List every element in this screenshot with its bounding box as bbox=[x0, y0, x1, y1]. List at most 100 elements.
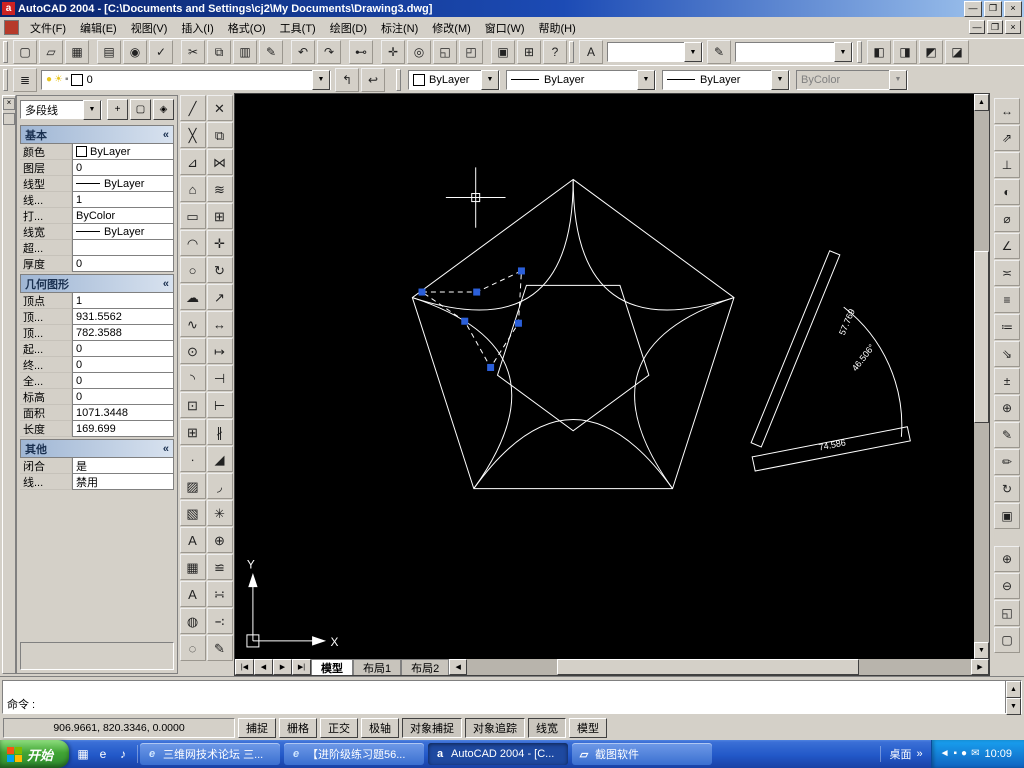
mdi-close-icon[interactable]: × bbox=[1005, 20, 1021, 34]
collapse-icon[interactable]: « bbox=[163, 129, 169, 141]
property-value[interactable]: ByLayer bbox=[72, 224, 174, 240]
toolbar-grip[interactable] bbox=[3, 68, 8, 91]
property-value[interactable]: 0 bbox=[72, 357, 174, 373]
toolbar-button[interactable]: ◧ bbox=[867, 40, 891, 64]
desktop-toolbar[interactable]: 桌面 » bbox=[880, 746, 930, 762]
layout-tab[interactable]: 布局1 bbox=[353, 659, 402, 675]
zoom-tool-button[interactable]: ⊕ bbox=[994, 546, 1020, 572]
dimension-tool-button[interactable]: ▣ bbox=[994, 503, 1020, 529]
status-toggle-button[interactable]: 线宽 bbox=[528, 718, 566, 738]
draw-tool-button[interactable]: ⊡ bbox=[179, 392, 206, 418]
palette-tool-button[interactable]: ▢ bbox=[130, 99, 151, 120]
grip[interactable] bbox=[517, 267, 525, 275]
property-value[interactable]: 0 bbox=[72, 389, 174, 405]
property-value[interactable]: 是 bbox=[72, 458, 174, 474]
property-value[interactable]: 1 bbox=[72, 192, 174, 208]
modify-tool-button[interactable]: ↻ bbox=[206, 257, 233, 283]
grip[interactable] bbox=[473, 288, 481, 296]
status-toggle-button[interactable]: 模型 bbox=[569, 718, 607, 738]
draw-tool-button[interactable]: ╳ bbox=[179, 122, 206, 148]
toolbar-button[interactable]: ▥ bbox=[233, 40, 257, 64]
modify-tool-button[interactable]: ✕ bbox=[206, 95, 233, 121]
chevron-down-icon[interactable]: ▼ bbox=[83, 99, 101, 120]
property-value[interactable]: ByLayer bbox=[72, 144, 174, 160]
inner-pentagon[interactable] bbox=[496, 284, 650, 432]
toolbar-button[interactable]: ↶ bbox=[291, 40, 315, 64]
palette-autohide-icon[interactable] bbox=[3, 113, 15, 125]
text-style-combo[interactable]: ▼ bbox=[607, 42, 703, 62]
draw-tool-button[interactable]: ▧ bbox=[179, 500, 206, 526]
property-value[interactable]: ByLayer bbox=[72, 176, 174, 192]
quick-launch-icon[interactable]: ♪ bbox=[114, 745, 132, 763]
dimension-tool-button[interactable]: ≡ bbox=[994, 287, 1020, 313]
toolbar-grip[interactable] bbox=[569, 41, 574, 63]
draw-tool-button[interactable]: ⊿ bbox=[179, 149, 206, 175]
property-value[interactable]: 0 bbox=[72, 160, 174, 176]
tab-nav-button[interactable]: ▶ bbox=[273, 659, 292, 675]
menu-item[interactable]: 修改(M) bbox=[425, 18, 478, 38]
menu-item[interactable]: 绘图(D) bbox=[323, 18, 374, 38]
property-value[interactable]: 1 bbox=[72, 293, 174, 309]
draw-tool-button[interactable]: ☁ bbox=[179, 284, 206, 310]
tab-nav-button[interactable]: ◀ bbox=[254, 659, 273, 675]
quick-launch-icon[interactable]: e bbox=[94, 745, 112, 763]
dimension-tool-button[interactable]: ↻ bbox=[994, 476, 1020, 502]
modify-tool-button[interactable]: ↦ bbox=[206, 338, 233, 364]
collapse-icon[interactable]: « bbox=[163, 278, 169, 290]
color-combo[interactable]: ByLayer ▼ bbox=[408, 69, 500, 90]
property-value[interactable]: 1071.3448 bbox=[72, 405, 174, 421]
modify-tool-button[interactable]: ⊢ bbox=[206, 392, 233, 418]
toolbar-button[interactable]: ▱ bbox=[39, 40, 63, 64]
pentagon-outline[interactable] bbox=[411, 178, 735, 490]
modify-tool-button[interactable]: ⊣ bbox=[206, 365, 233, 391]
coordinate-readout[interactable]: 906.9661, 820.3346, 0.0000 bbox=[3, 718, 235, 738]
modify-tool-button[interactable]: ◞ bbox=[206, 473, 233, 499]
zoom-tool-button[interactable]: ⊖ bbox=[994, 573, 1020, 599]
toolbar-button[interactable]: ✂ bbox=[181, 40, 205, 64]
draw-tool-button[interactable]: ▭ bbox=[179, 203, 206, 229]
toolbar-button[interactable]: ⊷ bbox=[349, 40, 373, 64]
chevron-down-icon[interactable]: ▼ bbox=[684, 42, 702, 62]
grip[interactable] bbox=[418, 288, 426, 296]
toolbar-button[interactable]: ✛ bbox=[381, 40, 405, 64]
dimension-tool-button[interactable]: ∠ bbox=[994, 233, 1020, 259]
zoom-tool-button[interactable]: ▢ bbox=[994, 627, 1020, 653]
toolbar-button[interactable]: ↷ bbox=[317, 40, 341, 64]
section-header-basic[interactable]: 基本 « bbox=[20, 125, 174, 144]
vscroll-thumb[interactable] bbox=[974, 251, 989, 423]
inclined-bar[interactable] bbox=[750, 250, 841, 448]
clock[interactable]: 10:09 bbox=[984, 748, 1012, 760]
arc-3[interactable] bbox=[473, 418, 673, 489]
command-scrollbar[interactable]: ▲ ▼ bbox=[1005, 681, 1021, 715]
object-type-combo[interactable]: 多段线 ▼ bbox=[20, 99, 102, 120]
toolbar-button[interactable]: ◪ bbox=[945, 40, 969, 64]
text-style-button[interactable]: A bbox=[579, 40, 603, 64]
modify-tool-button[interactable]: ≌ bbox=[206, 554, 233, 580]
grip[interactable] bbox=[461, 317, 469, 325]
layer-previous-button[interactable]: ↩ bbox=[361, 67, 385, 92]
draw-tool-button[interactable]: ╱ bbox=[179, 95, 206, 121]
dimension-tool-button[interactable]: ✏ bbox=[994, 449, 1020, 475]
quick-launch-icon[interactable]: ▦ bbox=[74, 745, 92, 763]
layers-dialog-button[interactable]: ≣ bbox=[13, 67, 37, 92]
scroll-down-icon[interactable]: ▼ bbox=[974, 642, 989, 659]
minimize-button-icon[interactable]: — bbox=[964, 0, 982, 17]
draw-tool-button[interactable]: ⌂ bbox=[179, 176, 206, 202]
menu-item[interactable]: 工具(T) bbox=[273, 18, 323, 38]
toolbar-button[interactable]: ◉ bbox=[123, 40, 147, 64]
menu-item[interactable]: 插入(I) bbox=[174, 18, 220, 38]
task-button[interactable]: e 【进阶级练习题56... bbox=[284, 743, 425, 765]
grip[interactable] bbox=[514, 319, 522, 327]
chevron-down-icon[interactable]: ▼ bbox=[771, 69, 789, 90]
toolbar-button[interactable]: ◩ bbox=[919, 40, 943, 64]
chevron-down-icon[interactable]: ▼ bbox=[312, 69, 330, 90]
modify-tool-button[interactable]: ↔ bbox=[206, 311, 233, 337]
status-toggle-button[interactable]: 对象追踪 bbox=[465, 718, 525, 738]
toolbar-button[interactable]: ⧉ bbox=[207, 40, 231, 64]
draw-tool-button[interactable]: ◍ bbox=[179, 608, 206, 634]
property-value[interactable]: 782.3588 bbox=[72, 325, 174, 341]
toolbar-button[interactable]: ✓ bbox=[149, 40, 173, 64]
scroll-up-icon[interactable]: ▲ bbox=[1006, 681, 1021, 698]
vertical-scrollbar[interactable]: ▲ ▼ bbox=[974, 94, 989, 659]
linetype-combo[interactable]: ByLayer ▼ bbox=[506, 69, 656, 90]
